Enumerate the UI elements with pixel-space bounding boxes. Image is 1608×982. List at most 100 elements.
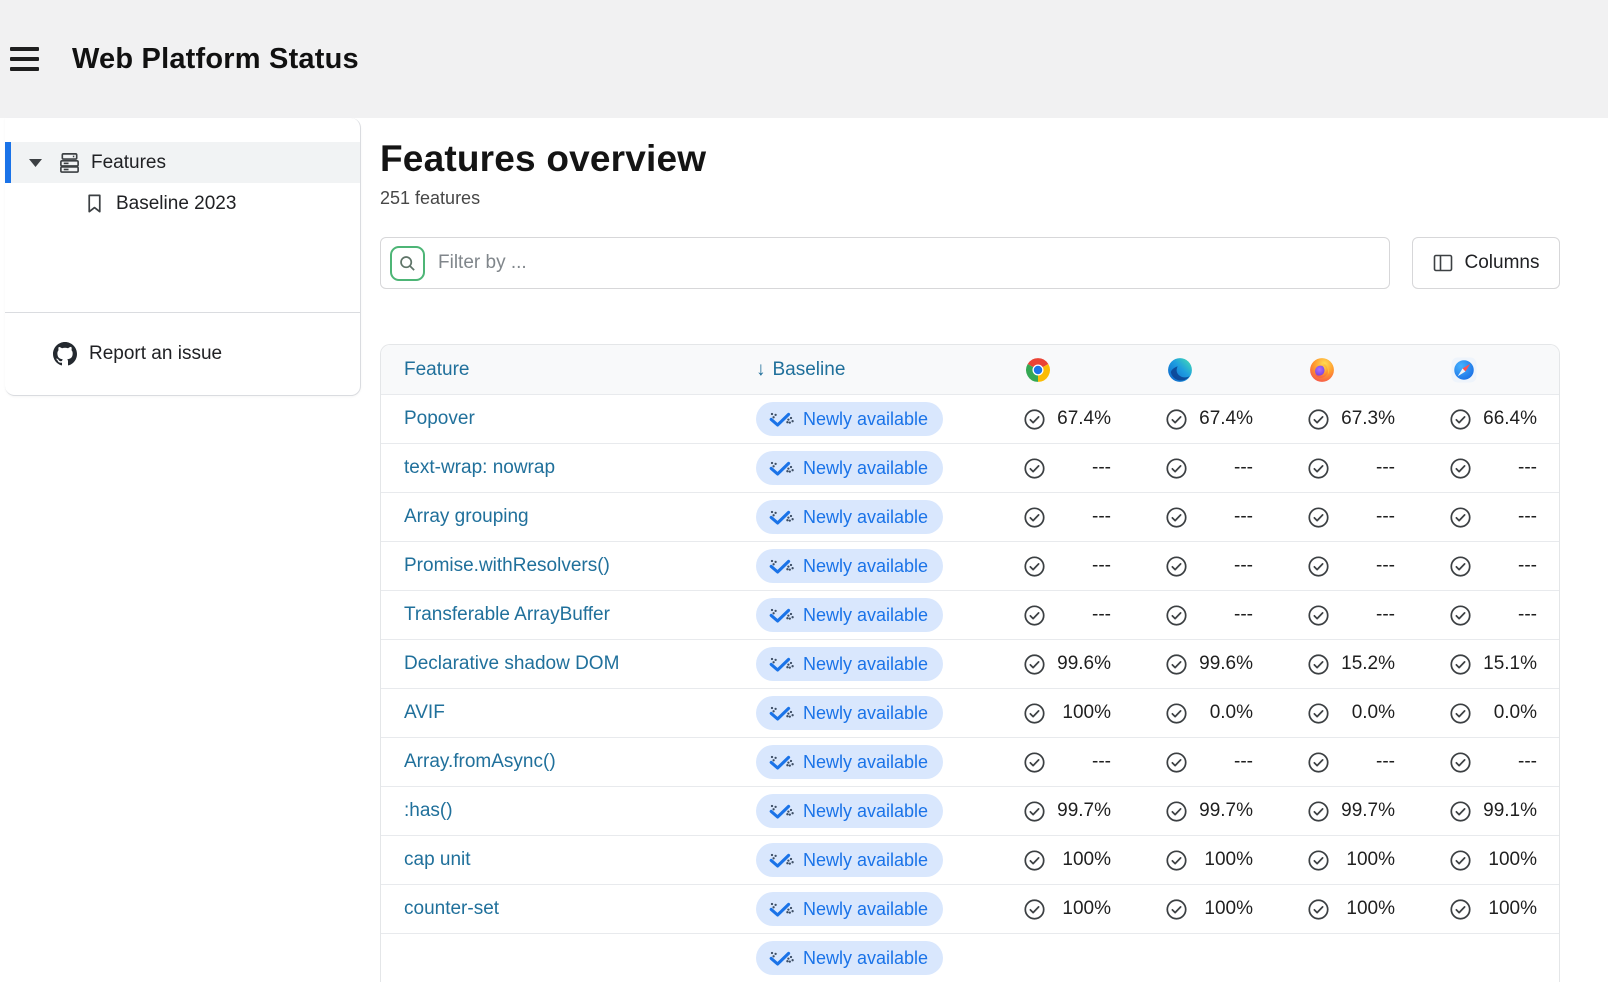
feature-count: 251 features — [380, 188, 1560, 209]
baseline-badge-label: Newly available — [803, 948, 928, 969]
baseline-badge-label: Newly available — [803, 850, 928, 871]
table-header-row: Feature ↓ Baseline — [381, 345, 1559, 394]
available-check-icon — [1307, 653, 1330, 676]
available-check-icon — [1023, 751, 1046, 774]
available-check-icon — [1165, 849, 1188, 872]
available-check-icon — [1165, 702, 1188, 725]
features-stack-icon — [58, 151, 81, 174]
feature-link[interactable]: Promise.withResolvers() — [404, 555, 610, 576]
available-check-icon — [1449, 898, 1472, 921]
baseline-newly-available-icon — [768, 901, 795, 917]
edge-usage-cell: 99.6% — [1133, 653, 1275, 676]
baseline-badge-label: Newly available — [803, 703, 928, 724]
safari-usage-cell: --- — [1417, 751, 1559, 774]
feature-link[interactable]: cap unit — [404, 849, 471, 870]
table-row: cap unit Newly available 100% — [381, 835, 1559, 884]
baseline-status-badge: Newly available — [756, 500, 943, 534]
column-header-edge[interactable] — [1133, 357, 1275, 383]
available-check-icon — [1165, 653, 1188, 676]
column-header-baseline[interactable]: ↓ Baseline — [756, 359, 991, 381]
filter-input[interactable] — [438, 252, 1389, 274]
column-header-safari[interactable] — [1417, 357, 1559, 383]
baseline-badge-label: Newly available — [803, 605, 928, 626]
baseline-badge-label: Newly available — [803, 654, 928, 675]
feature-link[interactable]: Transferable ArrayBuffer — [404, 604, 610, 625]
available-check-icon — [1449, 800, 1472, 823]
safari-usage-cell: 100% — [1417, 849, 1559, 872]
baseline-newly-available-icon — [768, 705, 795, 721]
baseline-newly-available-icon — [768, 411, 795, 427]
usage-value: 100% — [1062, 898, 1111, 920]
edge-usage-cell: --- — [1133, 555, 1275, 578]
menu-icon[interactable] — [10, 37, 54, 81]
baseline-badge-label: Newly available — [803, 458, 928, 479]
baseline-newly-available-icon — [768, 607, 795, 623]
available-check-icon — [1023, 702, 1046, 725]
available-check-icon — [1449, 604, 1472, 627]
chrome-icon — [1025, 357, 1051, 383]
safari-usage-cell: 99.1% — [1417, 800, 1559, 823]
chrome-usage-cell: --- — [991, 457, 1133, 480]
columns-button-label: Columns — [1465, 252, 1540, 274]
available-check-icon — [1023, 653, 1046, 676]
safari-usage-cell: --- — [1417, 506, 1559, 529]
column-header-firefox[interactable] — [1275, 357, 1417, 383]
feature-link[interactable]: :has() — [404, 800, 453, 821]
feature-link[interactable]: AVIF — [404, 702, 445, 723]
sort-desc-icon: ↓ — [756, 359, 766, 381]
feature-link[interactable]: Declarative shadow DOM — [404, 653, 619, 674]
available-check-icon — [1449, 751, 1472, 774]
edge-icon — [1167, 357, 1193, 383]
feature-link[interactable]: Array grouping — [404, 506, 529, 527]
available-check-icon — [1165, 506, 1188, 529]
baseline-badge-label: Newly available — [803, 801, 928, 822]
available-check-icon — [1165, 408, 1188, 431]
columns-icon — [1433, 254, 1453, 272]
chrome-usage-cell: --- — [991, 555, 1133, 578]
report-issue-link[interactable]: Report an issue — [5, 313, 360, 395]
firefox-usage-cell: --- — [1275, 604, 1417, 627]
baseline-badge-label: Newly available — [803, 409, 928, 430]
table-controls: Columns — [380, 237, 1560, 289]
available-check-icon — [1307, 408, 1330, 431]
columns-button[interactable]: Columns — [1412, 237, 1560, 289]
available-check-icon — [1023, 800, 1046, 823]
sidebar-item-features[interactable]: Features — [5, 142, 360, 183]
edge-usage-cell: --- — [1133, 457, 1275, 480]
feature-link[interactable]: Popover — [404, 408, 475, 429]
firefox-usage-cell: --- — [1275, 506, 1417, 529]
sidebar-item-baseline-2023[interactable]: Baseline 2023 — [5, 183, 360, 224]
available-check-icon — [1023, 408, 1046, 431]
feature-link[interactable]: counter-set — [404, 898, 499, 919]
baseline-status-badge: Newly available — [756, 451, 943, 485]
feature-link[interactable]: Array.fromAsync() — [404, 751, 556, 772]
topbar: Web Platform Status — [0, 0, 1608, 118]
available-check-icon — [1307, 702, 1330, 725]
filter-box[interactable] — [380, 237, 1390, 289]
usage-value: 100% — [1346, 849, 1395, 871]
usage-value: --- — [1376, 751, 1395, 773]
usage-value: --- — [1376, 506, 1395, 528]
usage-value: 99.7% — [1341, 800, 1395, 822]
usage-value: 99.6% — [1199, 653, 1253, 675]
chrome-usage-cell: 100% — [991, 702, 1133, 725]
feature-link[interactable]: text-wrap: nowrap — [404, 457, 555, 478]
edge-usage-cell: --- — [1133, 751, 1275, 774]
available-check-icon — [1307, 506, 1330, 529]
column-header-chrome[interactable] — [991, 357, 1133, 383]
sidebar-item-label: Features — [91, 152, 166, 174]
usage-value: 67.3% — [1341, 408, 1395, 430]
usage-value: --- — [1092, 604, 1111, 626]
table-row: Promise.withResolvers() Newly available — [381, 541, 1559, 590]
usage-value: --- — [1092, 457, 1111, 479]
safari-icon — [1451, 357, 1477, 383]
available-check-icon — [1307, 604, 1330, 627]
firefox-usage-cell: 99.7% — [1275, 800, 1417, 823]
usage-value: --- — [1518, 555, 1537, 577]
baseline-newly-available-icon — [768, 950, 795, 966]
firefox-usage-cell: 0.0% — [1275, 702, 1417, 725]
available-check-icon — [1449, 702, 1472, 725]
column-header-feature[interactable]: Feature — [381, 359, 756, 381]
chrome-usage-cell: --- — [991, 506, 1133, 529]
safari-usage-cell: 100% — [1417, 898, 1559, 921]
